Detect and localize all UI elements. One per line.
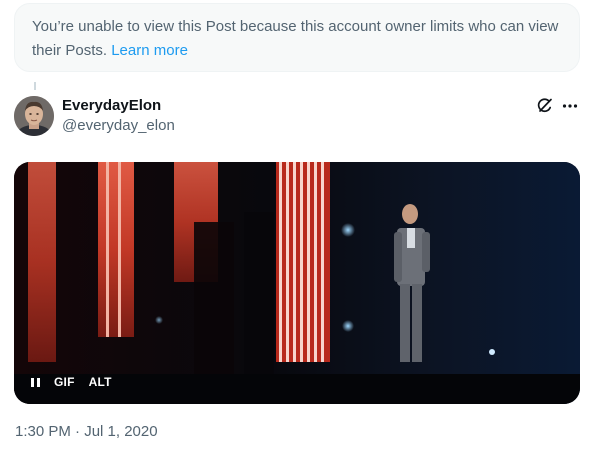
thread-connector-line — [34, 82, 36, 90]
gif-badge: GIF — [54, 375, 75, 389]
post-timestamp[interactable]: 1:30 PM · Jul 1, 2020 — [15, 422, 158, 442]
avatar-image — [14, 96, 54, 136]
grok-icon[interactable] — [536, 96, 554, 114]
gif-frame — [14, 162, 580, 404]
gif-media[interactable]: GIF ALT — [14, 162, 580, 404]
avatar[interactable] — [14, 96, 54, 136]
author-name[interactable]: EverydayElon — [62, 97, 161, 115]
restricted-post-notice: You’re unable to view this Post because … — [14, 3, 580, 72]
pause-icon[interactable] — [31, 377, 40, 387]
author-handle[interactable]: @everyday_elon — [62, 117, 175, 135]
learn-more-link[interactable]: Learn more — [111, 42, 188, 59]
gif-controls: GIF ALT — [31, 374, 112, 390]
more-options-icon[interactable] — [561, 97, 579, 115]
alt-text-button[interactable]: ALT — [89, 375, 112, 389]
